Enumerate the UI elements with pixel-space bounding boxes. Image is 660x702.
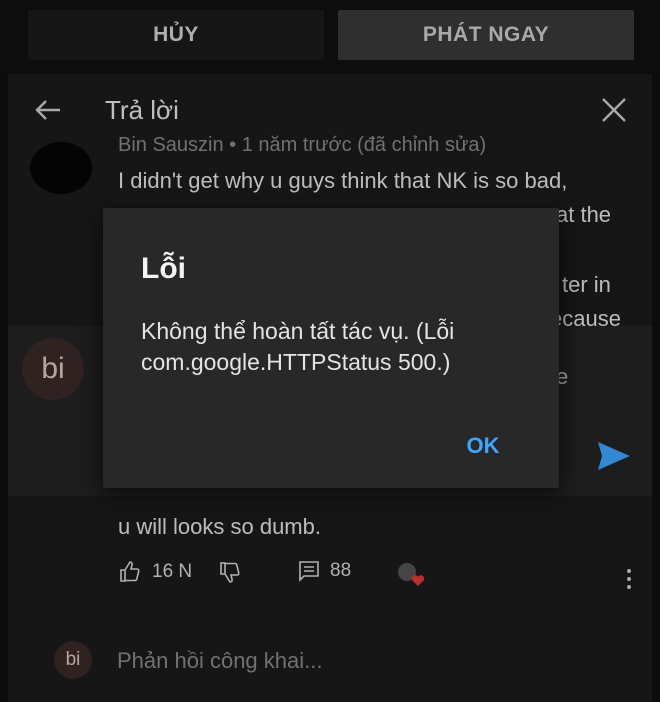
error-dialog: Lỗi Không thể hoàn tất tác vụ. (Lỗi com.… (103, 208, 559, 488)
top-bar: HỦY PHÁT NGAY (0, 0, 660, 70)
user-avatar: bi (22, 338, 84, 400)
like-count: 16 N (152, 561, 193, 582)
commenter-avatar[interactable] (30, 142, 92, 194)
sheet-title: Trả lời (105, 95, 179, 125)
dialog-message: Không thể hoàn tất tác vụ. (Lỗi com.goog… (141, 318, 455, 375)
comment-icon (299, 561, 319, 582)
back-arrow-icon[interactable] (32, 94, 64, 126)
comment-text-line: at the (556, 202, 612, 227)
like-button[interactable]: 16 N (118, 560, 192, 584)
creator-heart-icon (398, 563, 425, 586)
dialog-title: Lỗi (141, 252, 186, 285)
comment-meta: Bin Sauszin • 1 năm trước (đã chỉnh sửa) (118, 134, 487, 156)
comment-text-line: u will looks so dumb. (118, 514, 321, 539)
reply-avatar: bi (54, 641, 92, 679)
ok-button[interactable]: OK (453, 426, 513, 466)
reply-count: 88 (330, 560, 352, 581)
thumbs-down-icon (220, 562, 240, 583)
comment-text-line: ter in (562, 272, 611, 297)
public-reply-input[interactable]: Phản hồi công khai... (117, 648, 322, 674)
send-icon[interactable] (596, 440, 632, 472)
publish-now-button[interactable]: PHÁT NGAY (338, 10, 634, 60)
cancel-button[interactable]: HỦY (28, 10, 324, 60)
comment-actions: 16 N 88 (0, 560, 660, 600)
thumbs-up-icon (120, 561, 140, 582)
dislike-button[interactable] (218, 560, 242, 584)
comment-text-line: ecause (550, 306, 621, 331)
more-options-icon[interactable] (624, 567, 634, 591)
comment-text-line: I didn't get why u guys think that NK is… (118, 168, 568, 193)
creator-heart (396, 560, 428, 588)
replies-button[interactable]: 88 (298, 560, 351, 582)
close-icon[interactable] (598, 94, 630, 126)
